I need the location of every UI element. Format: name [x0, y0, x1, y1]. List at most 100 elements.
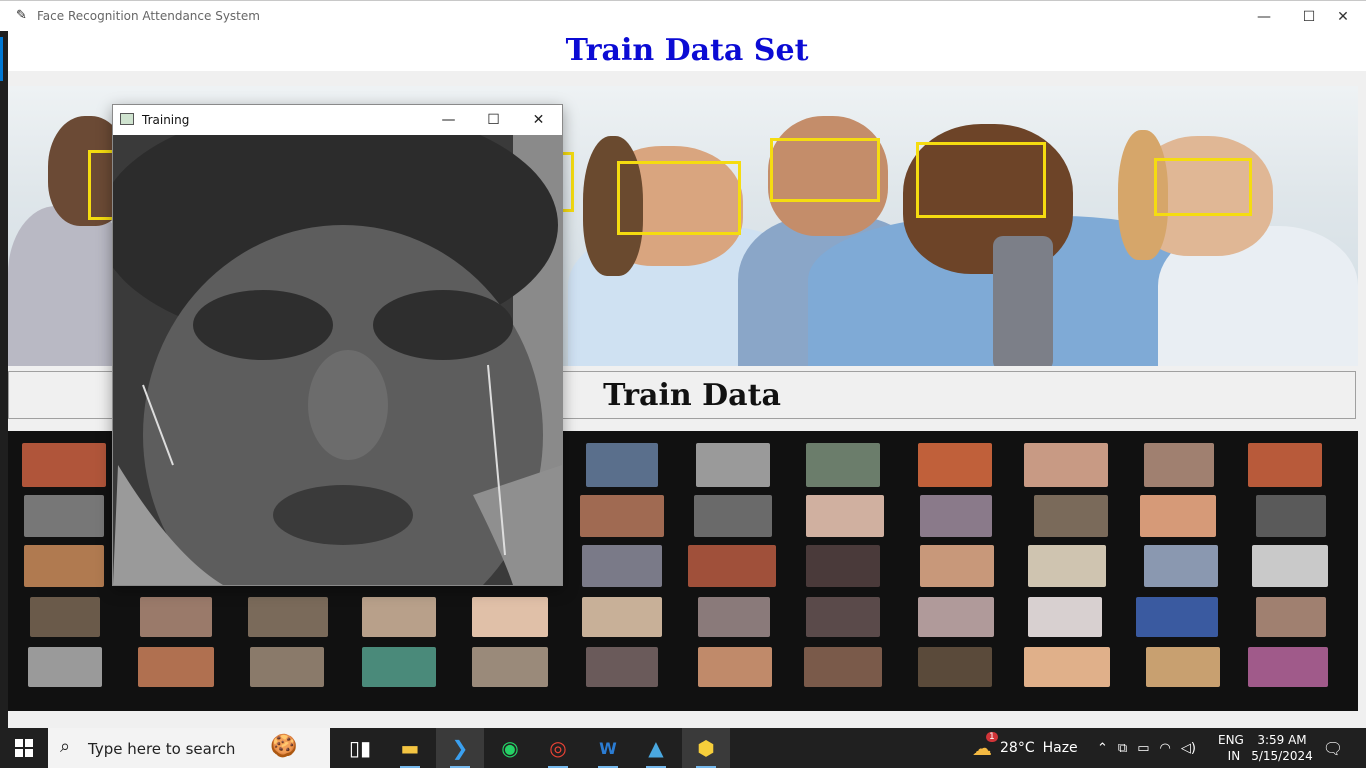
close-button[interactable]: ✕: [1320, 1, 1366, 32]
face-thumbnail: [362, 597, 436, 637]
wifi-icon[interactable]: ◠: [1160, 741, 1171, 756]
search-icon: ⌕: [60, 736, 71, 757]
dialog-close-button[interactable]: ✕: [516, 105, 561, 135]
face-thumbnail: [472, 597, 548, 637]
window-title: Face Recognition Attendance System: [37, 9, 260, 23]
minimize-button[interactable]: —: [1241, 1, 1287, 32]
face-detection-box: [770, 138, 880, 202]
face-thumbnail: [688, 545, 776, 587]
face-thumbnail: [1144, 545, 1218, 587]
face-thumbnail: [920, 545, 994, 587]
face-thumbnail: [1028, 545, 1106, 587]
dialog-maximize-button[interactable]: ☐: [471, 105, 516, 135]
weather-condition: Haze: [1042, 740, 1078, 756]
clock[interactable]: 3:59 AM 5/15/2024: [1251, 728, 1313, 768]
cookie-icon: 🍪: [270, 734, 298, 759]
meet-now-icon[interactable]: ⧉: [1118, 741, 1127, 756]
region-code: IN: [1227, 749, 1241, 763]
chevron-up-icon[interactable]: ⌃: [1097, 741, 1108, 756]
file-explorer-icon[interactable]: ▬: [386, 728, 434, 768]
face-thumbnail: [920, 495, 992, 537]
face-thumbnail: [24, 495, 104, 537]
face-detection-box: [617, 161, 741, 235]
battery-icon[interactable]: ▭: [1137, 741, 1149, 756]
windows-taskbar: ⌕ Type here to search 🍪 ▯▮ ▬ ❯ ◉ ◎ W ▲ ⬢…: [0, 728, 1366, 768]
face-thumbnail: [580, 495, 664, 537]
weather-widget[interactable]: ☁ 1 28°C Haze: [972, 728, 1078, 768]
search-placeholder: Type here to search: [88, 740, 236, 758]
face-thumbnail: [22, 443, 106, 487]
chrome-icon[interactable]: ◎: [534, 728, 582, 768]
weather-icon: ☁ 1: [972, 732, 998, 760]
person-tie: [993, 236, 1053, 366]
window-icon: [120, 113, 134, 125]
face-thumbnail: [696, 443, 770, 487]
left-edge-strip: [0, 31, 8, 741]
face-thumbnail: [28, 647, 102, 687]
face-thumbnail: [1146, 647, 1220, 687]
notification-icon[interactable]: 🗨: [1322, 728, 1344, 768]
face-thumbnail: [472, 647, 548, 687]
language-code: ENG: [1218, 733, 1244, 747]
face-detection-box: [1154, 158, 1252, 216]
volume-icon[interactable]: ◁): [1181, 741, 1196, 756]
face-thumbnail: [582, 545, 662, 587]
task-view-icon[interactable]: ▯▮: [336, 728, 384, 768]
whatsapp-icon[interactable]: ◉: [486, 728, 534, 768]
face-thumbnail: [1144, 443, 1214, 487]
system-tray: ⌃ ⧉ ▭ ◠ ◁): [1097, 728, 1196, 768]
face-thumbnail: [806, 545, 880, 587]
training-dialog: Training — ☐ ✕: [112, 104, 563, 586]
taskbar-search-box[interactable]: ⌕ Type here to search 🍪: [48, 728, 330, 768]
face-thumbnail: [24, 545, 104, 587]
face-thumbnail: [1136, 597, 1218, 637]
face-thumbnail: [806, 495, 884, 537]
face-thumbnail: [30, 597, 100, 637]
face-thumbnail: [586, 647, 658, 687]
face-detection-box: [916, 142, 1046, 218]
face-thumbnail: [1256, 495, 1326, 537]
face-thumbnail: [1024, 443, 1108, 487]
face-thumbnail: [918, 647, 992, 687]
python-icon[interactable]: ⬢: [682, 728, 730, 768]
vscode-icon[interactable]: ❯: [436, 728, 484, 768]
face-thumbnail: [250, 647, 324, 687]
face-thumbnail: [1140, 495, 1216, 537]
face-thumbnail: [248, 597, 328, 637]
clock-time: 3:59 AM: [1257, 733, 1307, 747]
dialog-minimize-button[interactable]: —: [426, 105, 471, 135]
training-dialog-title: Training: [142, 113, 190, 127]
face-thumbnail: [1024, 647, 1110, 687]
weather-temp: 28°C: [1000, 740, 1035, 756]
window-titlebar: ✎ Face Recognition Attendance System — ☐…: [0, 0, 1366, 31]
face-thumbnail: [140, 597, 212, 637]
heading-bar: Train Data Set: [8, 31, 1366, 71]
language-indicator[interactable]: ENG IN: [1218, 728, 1244, 768]
weather-badge: 1: [986, 732, 998, 742]
grayscale-face-training-image: [113, 135, 562, 585]
clock-date: 5/15/2024: [1251, 749, 1313, 763]
page-title: Train Data Set: [565, 33, 809, 68]
face-thumbnail: [362, 647, 436, 687]
face-thumbnail: [698, 647, 772, 687]
face-thumbnail: [806, 597, 880, 637]
face-thumbnail: [138, 647, 214, 687]
face-thumbnail: [804, 647, 882, 687]
word-icon[interactable]: W: [584, 728, 632, 768]
training-dialog-titlebar[interactable]: Training — ☐ ✕: [113, 105, 562, 135]
face-thumbnail: [1248, 443, 1322, 487]
face-thumbnail: [698, 597, 770, 637]
face-thumbnail: [582, 597, 662, 637]
face-thumbnail: [1256, 597, 1326, 637]
face-thumbnail: [918, 443, 992, 487]
face-thumbnail: [694, 495, 772, 537]
person-shirt: [8, 206, 128, 366]
face-thumbnail: [1252, 545, 1328, 587]
grayscale-face-drawing: [113, 135, 562, 585]
photos-icon[interactable]: ▲: [632, 728, 680, 768]
start-button[interactable]: [0, 728, 48, 768]
face-thumbnail: [1028, 597, 1102, 637]
feather-app-icon: ✎: [16, 8, 27, 23]
face-thumbnail: [806, 443, 880, 487]
face-thumbnail: [586, 443, 658, 487]
